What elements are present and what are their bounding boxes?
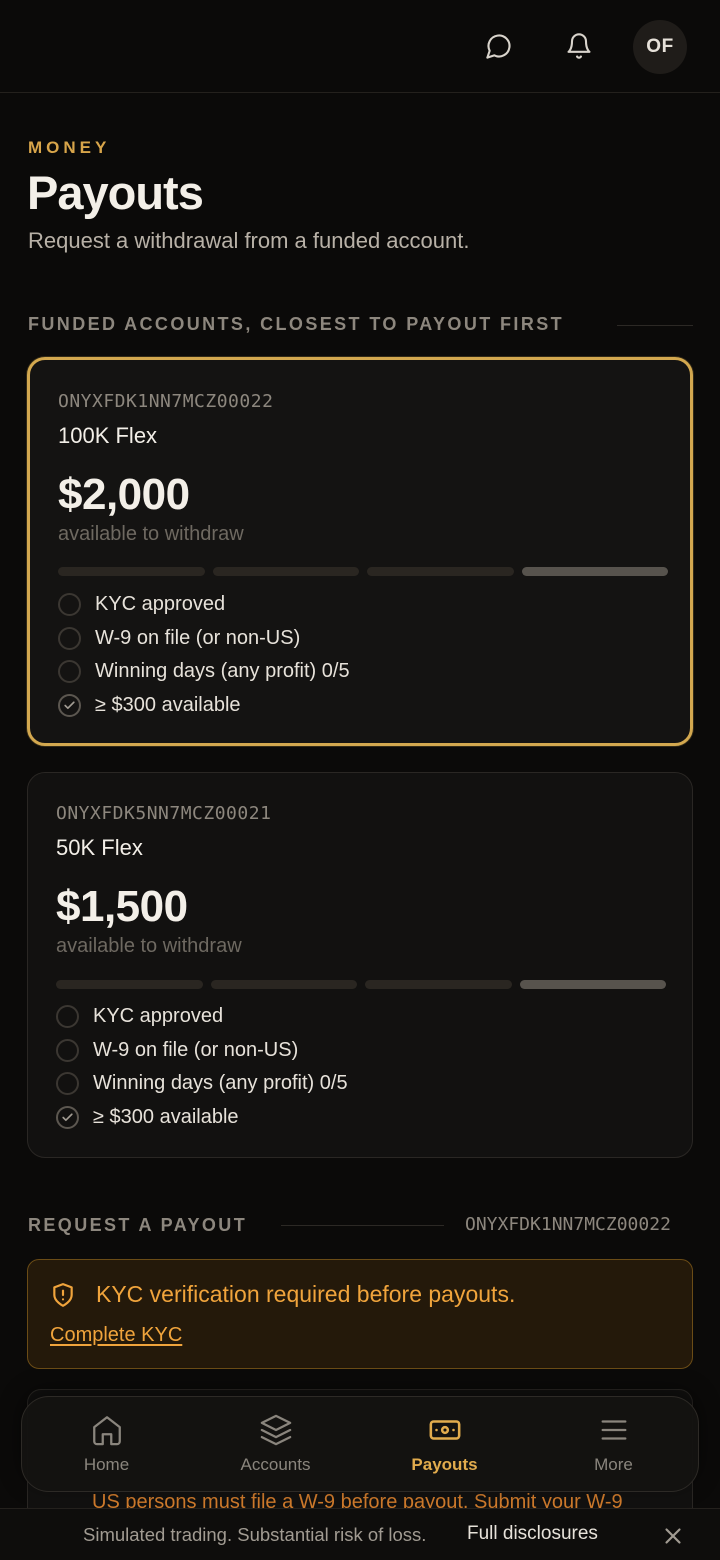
page-title: Payouts — [27, 166, 204, 219]
checklist-item: W-9 on file (or non-US) — [56, 1034, 348, 1068]
checklist-item: W-9 on file (or non-US) — [58, 622, 350, 656]
banknote-icon — [429, 1420, 460, 1440]
account-name: 50K Flex — [56, 835, 143, 860]
progress-segment — [58, 567, 205, 576]
account-caption: available to withdraw — [58, 523, 244, 545]
avatar[interactable]: OF — [633, 20, 687, 74]
bell-icon[interactable] — [561, 28, 597, 64]
nav-item-accounts[interactable]: Accounts — [191, 1397, 360, 1491]
nav-label: Home — [83, 1455, 130, 1474]
close-icon[interactable] — [660, 1523, 686, 1549]
empty-circle-icon — [58, 593, 81, 617]
progress-segment — [212, 567, 359, 576]
eligibility-checklist: KYC approved W-9 on file (or non-US) Win… — [56, 1000, 348, 1134]
page-subtitle: Request a withdrawal from a funded accou… — [28, 228, 470, 253]
request-payout-heading: REQUEST A PAYOUT — [28, 1215, 248, 1235]
payout-progress-bar — [58, 567, 668, 576]
nav-label: More — [594, 1455, 633, 1474]
page-eyebrow: MONEY — [28, 138, 111, 157]
progress-segment — [521, 567, 668, 576]
checklist-item: KYC approved — [58, 588, 350, 622]
shield-alert-icon — [53, 1283, 73, 1307]
checklist-item: Winning days (any profit) 0/5 — [58, 655, 350, 689]
checklist-item: ≥ $300 available — [58, 689, 350, 723]
account-amount: $1,500 — [56, 882, 188, 931]
progress-segment — [367, 567, 514, 576]
selected-account-id: ONYXFDK1NN7MCZ00022 — [465, 1214, 671, 1235]
checklist-item: Winning days (any profit) 0/5 — [56, 1067, 348, 1101]
account-amount: $2,000 — [58, 470, 190, 519]
check-icon — [56, 1105, 79, 1129]
nav-item-more[interactable]: More — [529, 1397, 698, 1491]
kyc-alert: KYC verification required before payouts… — [27, 1259, 693, 1369]
nav-item-home[interactable]: Home — [22, 1397, 191, 1491]
section-divider — [617, 325, 693, 326]
empty-circle-icon — [56, 1038, 79, 1062]
progress-segment — [519, 980, 666, 989]
section-divider — [281, 1225, 444, 1226]
funded-accounts-heading: FUNDED ACCOUNTS, CLOSEST TO PAYOUT FIRST — [28, 314, 565, 334]
layers-icon — [260, 1414, 291, 1446]
progress-segment — [56, 980, 203, 989]
full-disclosures-link[interactable]: Full disclosures — [467, 1523, 598, 1545]
top-bar: OF — [0, 0, 720, 93]
account-caption: available to withdraw — [56, 935, 242, 957]
progress-segment — [365, 980, 512, 989]
nav-item-payouts[interactable]: Payouts — [360, 1397, 529, 1491]
nav-label: Accounts — [240, 1455, 311, 1474]
alert-title: KYC verification required before payouts… — [96, 1281, 516, 1307]
empty-circle-icon — [56, 1005, 79, 1029]
empty-circle-icon — [56, 1072, 79, 1096]
nav-label: Payouts — [411, 1455, 478, 1474]
account-id: ONYXFDK5NN7MCZ00021 — [56, 803, 272, 824]
account-card[interactable]: ONYXFDK5NN7MCZ00021 50K Flex $1,500 avai… — [27, 772, 693, 1158]
menu-icon — [601, 1420, 626, 1440]
account-card[interactable]: ONYXFDK1NN7MCZ00022 100K Flex $2,000 ava… — [27, 357, 693, 746]
disclosure-text: Simulated trading. Substantial risk of l… — [83, 1524, 427, 1545]
home-icon — [92, 1416, 121, 1446]
checklist-item: KYC approved — [56, 1000, 348, 1034]
bottom-nav: Home Accounts Payouts More — [21, 1396, 699, 1492]
account-name: 100K Flex — [58, 423, 158, 448]
risk-disclosure-bar: Simulated trading. Substantial risk of l… — [0, 1508, 720, 1560]
account-id: ONYXFDK1NN7MCZ00022 — [58, 391, 274, 412]
complete-kyc-link[interactable]: Complete KYC — [50, 1324, 182, 1347]
payout-progress-bar — [56, 980, 666, 989]
chat-icon[interactable] — [481, 28, 517, 64]
checklist-item: ≥ $300 available — [56, 1101, 348, 1135]
empty-circle-icon — [58, 660, 81, 684]
empty-circle-icon — [58, 626, 81, 650]
eligibility-checklist: KYC approved W-9 on file (or non-US) Win… — [58, 588, 350, 722]
progress-segment — [210, 980, 357, 989]
check-icon — [58, 693, 81, 717]
